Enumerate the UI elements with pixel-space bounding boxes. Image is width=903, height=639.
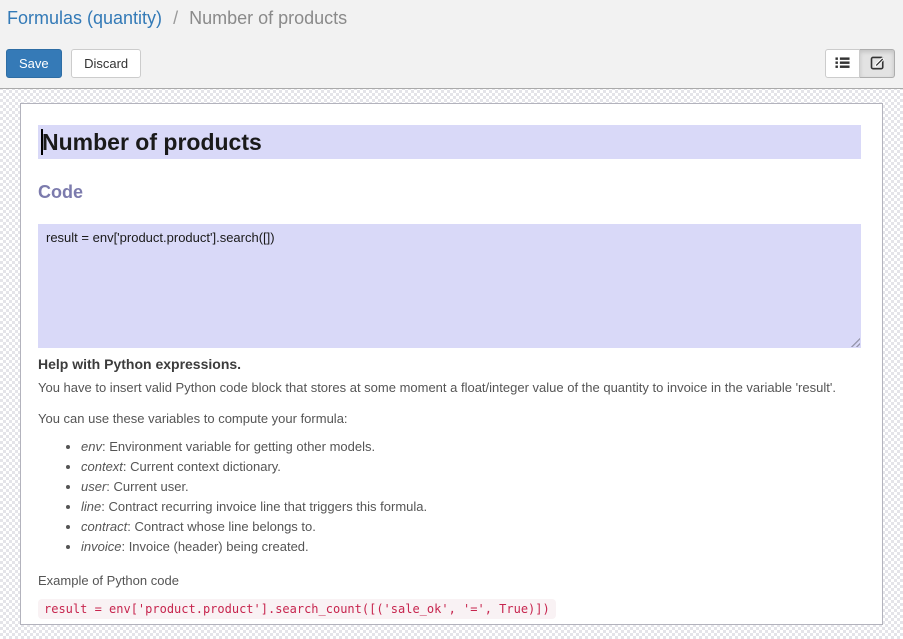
example-label: Example of Python code bbox=[38, 573, 861, 588]
variable-name: line bbox=[81, 499, 101, 514]
variable-desc: : Contract recurring invoice line that t… bbox=[101, 499, 427, 514]
example-code-snippet: result = env['product.product'].search_c… bbox=[38, 599, 556, 619]
toolbar: Save Discard bbox=[6, 49, 141, 78]
list-item: context: Current context dictionary. bbox=[81, 459, 861, 474]
list-item: line: Contract recurring invoice line th… bbox=[81, 499, 861, 514]
save-button[interactable]: Save bbox=[6, 49, 62, 78]
code-field-wrap: result = env['product.product'].search([… bbox=[38, 224, 861, 348]
control-panel: Formulas (quantity) / Number of products… bbox=[0, 0, 903, 89]
list-item: env: Environment variable for getting ot… bbox=[81, 439, 861, 454]
breadcrumb: Formulas (quantity) / Number of products bbox=[7, 8, 347, 29]
code-textarea[interactable]: result = env['product.product'].search([… bbox=[38, 224, 861, 348]
variable-desc: : Invoice (header) being created. bbox=[121, 539, 308, 554]
record-title-field[interactable] bbox=[38, 125, 861, 159]
list-item: invoice: Invoice (header) being created. bbox=[81, 539, 861, 554]
discard-button[interactable]: Discard bbox=[71, 49, 141, 78]
variable-desc: : Current user. bbox=[106, 479, 188, 494]
variable-desc: : Environment variable for getting other… bbox=[102, 439, 375, 454]
code-section-title: Code bbox=[38, 182, 861, 203]
view-switcher bbox=[825, 49, 895, 78]
help-paragraph-2: You can use these variables to compute y… bbox=[38, 411, 861, 427]
form-view-button[interactable] bbox=[860, 49, 895, 78]
variable-desc: : Current context dictionary. bbox=[123, 459, 281, 474]
variables-list: env: Environment variable for getting ot… bbox=[38, 439, 861, 554]
list-item: user: Current user. bbox=[81, 479, 861, 494]
variable-name: contract bbox=[81, 519, 127, 534]
list-item: contract: Contract whose line belongs to… bbox=[81, 519, 861, 534]
variable-name: env bbox=[81, 439, 102, 454]
form-sheet: Code result = env['product.product'].sea… bbox=[20, 103, 883, 625]
breadcrumb-current: Number of products bbox=[189, 8, 347, 28]
variable-name: invoice bbox=[81, 539, 121, 554]
list-view-button[interactable] bbox=[825, 49, 860, 78]
variable-name: user bbox=[81, 479, 106, 494]
list-view-icon bbox=[835, 55, 850, 73]
text-caret bbox=[41, 129, 43, 155]
help-heading: Help with Python expressions. bbox=[38, 356, 861, 372]
odoo-form-page: { "breadcrumb": { "parent": "Formulas (q… bbox=[0, 0, 903, 639]
variable-name: context bbox=[81, 459, 123, 474]
breadcrumb-separator: / bbox=[173, 8, 178, 28]
record-title-input[interactable] bbox=[38, 125, 861, 159]
variable-desc: : Contract whose line belongs to. bbox=[127, 519, 316, 534]
breadcrumb-parent-link[interactable]: Formulas (quantity) bbox=[7, 8, 162, 28]
help-paragraph-1: You have to insert valid Python code blo… bbox=[38, 380, 861, 396]
form-edit-icon bbox=[870, 55, 885, 73]
